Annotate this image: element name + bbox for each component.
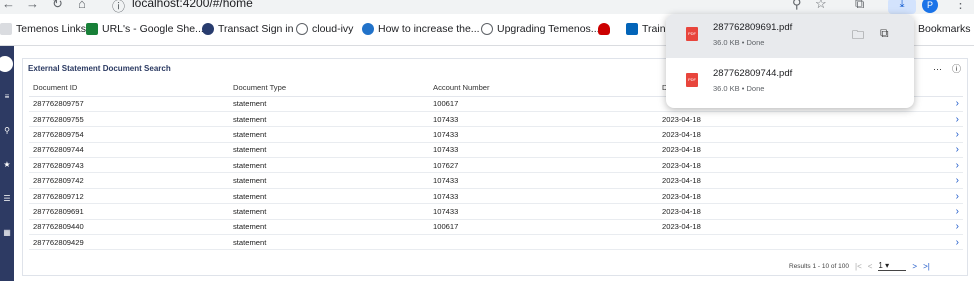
forward-icon[interactable]: → bbox=[26, 0, 39, 11]
sharepoint-icon bbox=[626, 23, 638, 35]
bookmark-temenos-links[interactable]: Temenos Links bbox=[0, 23, 86, 35]
bookmark-how-to-increase[interactable]: How to increase the... bbox=[362, 23, 480, 35]
sheets-icon bbox=[86, 23, 98, 35]
results-count: Results 1 - 10 of 100 bbox=[789, 262, 849, 270]
bookmark-upgrading-temenos[interactable]: Upgrading Temenos... bbox=[481, 23, 600, 35]
table-row[interactable]: 287762809755 statement 107433 2023-04-18 › bbox=[29, 111, 963, 128]
redhat-icon bbox=[598, 23, 610, 35]
download-filename[interactable]: 287762809744.pdf bbox=[713, 68, 792, 79]
download-icon[interactable]: ⤓ bbox=[888, 0, 916, 14]
folder-icon bbox=[0, 23, 12, 35]
next-page-button[interactable]: > bbox=[912, 262, 917, 271]
table-row[interactable]: 287762809440 statement 100617 2023-04-18 › bbox=[29, 219, 963, 236]
back-icon[interactable]: ← bbox=[2, 0, 15, 11]
caret-down-icon: ▾ bbox=[885, 261, 890, 270]
download-item[interactable]: PDF 287762809744.pdf 36.0 KB • Done bbox=[666, 60, 914, 104]
bookmark-redhat[interactable] bbox=[598, 23, 610, 35]
avatar[interactable]: P bbox=[922, 0, 938, 13]
chevron-right-icon[interactable]: › bbox=[943, 219, 963, 236]
table-row[interactable]: 287762809744 statement 107433 2023-04-18 › bbox=[29, 142, 963, 159]
bookmark-urls-sheet[interactable]: URL's - Google She... bbox=[86, 23, 204, 35]
grid-icon[interactable]: ▦ bbox=[0, 228, 14, 237]
chevron-right-icon[interactable]: › bbox=[943, 142, 963, 159]
column-header[interactable]: Document ID bbox=[29, 80, 229, 97]
table-row[interactable]: 287762809742 statement 107433 2023-04-18 › bbox=[29, 172, 963, 189]
globe-icon bbox=[481, 23, 493, 35]
panel-title: External Statement Document Search bbox=[28, 64, 171, 73]
bookmark-all-bookmarks[interactable]: Bookmarks bbox=[918, 23, 971, 35]
table-row[interactable]: 287762809712 statement 107433 2023-04-18 › bbox=[29, 188, 963, 205]
menu-icon[interactable]: ≡ bbox=[0, 92, 14, 101]
downloads-popup: PDF 287762809691.pdf 36.0 KB • Done 🗀 ⧉ … bbox=[666, 14, 914, 108]
chevron-right-icon[interactable]: › bbox=[943, 111, 963, 128]
chevron-right-icon[interactable]: › bbox=[943, 188, 963, 205]
last-page-button[interactable]: >| bbox=[923, 262, 930, 271]
site-icon bbox=[362, 23, 374, 35]
chevron-right-icon[interactable]: › bbox=[943, 234, 963, 251]
download-item[interactable]: PDF 287762809691.pdf 36.0 KB • Done 🗀 ⧉ bbox=[666, 14, 914, 58]
pdf-file-icon: PDF bbox=[686, 73, 698, 87]
menu-icon[interactable]: ⋮ bbox=[954, 0, 967, 12]
show-in-folder-icon[interactable]: 🗀 bbox=[852, 26, 864, 47]
download-meta: 36.0 KB • Done bbox=[713, 84, 765, 93]
extensions-icon[interactable]: ⧉ bbox=[855, 0, 864, 12]
site-info-icon[interactable]: ⓘ bbox=[112, 0, 125, 15]
star-icon[interactable]: ★ bbox=[0, 160, 14, 169]
reload-icon[interactable]: ↻ bbox=[52, 0, 63, 12]
address-bar[interactable]: localhost:4200/#/home bbox=[132, 0, 253, 10]
download-filename[interactable]: 287762809691.pdf bbox=[713, 22, 792, 33]
list-icon[interactable]: ☰ bbox=[0, 194, 14, 203]
table-row[interactable]: 287762809429 statement › bbox=[29, 234, 963, 251]
table-row[interactable]: 287762809691 statement 107433 2023-04-18 › bbox=[29, 203, 963, 220]
more-options-icon[interactable]: ⋯ bbox=[933, 64, 942, 74]
home-icon[interactable]: ⌂ bbox=[78, 0, 86, 11]
column-header[interactable]: Document Type bbox=[229, 80, 429, 97]
info-icon[interactable]: ⓘ bbox=[952, 64, 961, 74]
chevron-right-icon[interactable]: › bbox=[943, 203, 963, 220]
chevron-right-icon[interactable]: › bbox=[943, 157, 963, 174]
bookmark-star-icon[interactable]: ☆ bbox=[815, 0, 827, 12]
chevron-right-icon[interactable]: › bbox=[943, 172, 963, 189]
first-page-button[interactable]: |< bbox=[855, 262, 862, 271]
bookmark-cloud-ivy[interactable]: cloud-ivy bbox=[296, 23, 353, 35]
app-sidebar: ≡ ⚲ ★ ☰ ▦ bbox=[0, 46, 14, 281]
bookmark-transact-sign-in[interactable]: Transact Sign in bbox=[202, 23, 293, 35]
browser-toolbar: ← → ↻ ⌂ ⓘ localhost:4200/#/home ⚲ ☆ ⧉ ⤓ … bbox=[0, 0, 974, 14]
panel-actions: ⋯ ⓘ bbox=[933, 62, 961, 75]
globe-icon bbox=[296, 23, 308, 35]
pagination: Results 1 - 10 of 100 |< < 1 ▾ > >| bbox=[789, 261, 930, 271]
pdf-file-icon: PDF bbox=[686, 27, 698, 41]
app-logo-icon[interactable] bbox=[0, 56, 13, 72]
chevron-right-icon[interactable]: › bbox=[943, 126, 963, 143]
t-icon bbox=[202, 23, 214, 35]
search-icon[interactable]: ⚲ bbox=[0, 126, 14, 135]
table-row[interactable]: 287762809754 statement 107433 2023-04-18 › bbox=[29, 126, 963, 143]
prev-page-button[interactable]: < bbox=[868, 262, 873, 271]
table-row[interactable]: 287762809743 statement 107627 2023-04-18 › bbox=[29, 157, 963, 174]
column-header[interactable]: Account Number bbox=[429, 80, 658, 97]
download-meta: 36.0 KB • Done bbox=[713, 38, 765, 47]
page-select[interactable]: 1 ▾ bbox=[878, 261, 907, 271]
chevron-right-icon[interactable]: › bbox=[943, 96, 963, 112]
zoom-icon[interactable]: ⚲ bbox=[792, 0, 802, 12]
open-external-icon[interactable]: ⧉ bbox=[880, 26, 889, 41]
